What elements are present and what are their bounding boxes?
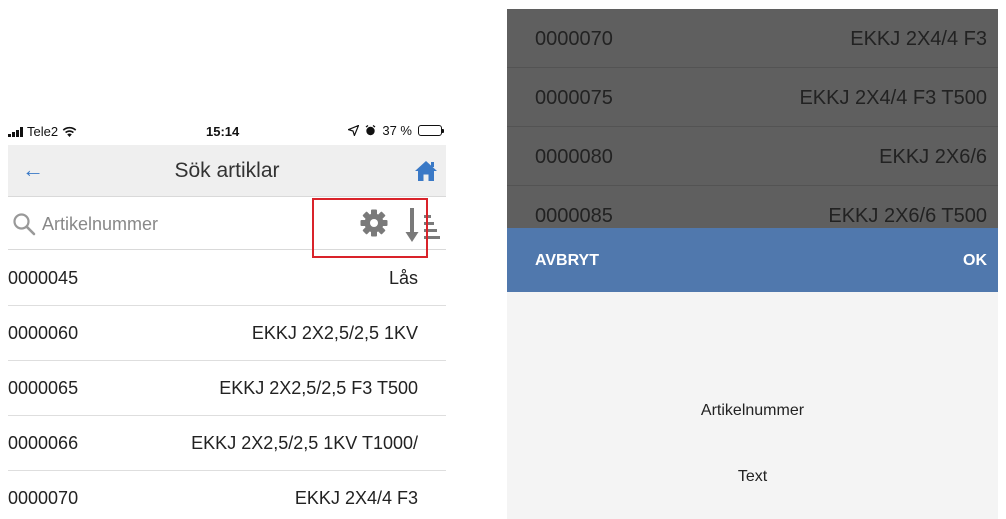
search-input[interactable] xyxy=(42,210,302,238)
home-icon[interactable] xyxy=(414,160,438,182)
carrier-info: Tele2 xyxy=(8,124,77,139)
article-number: 0000060 xyxy=(8,323,79,343)
nav-bar: ← Sök artiklar xyxy=(8,145,446,197)
signal-icon xyxy=(8,126,23,137)
article-text: EKKJ 2X2,5/2,5 1KV T1000/ xyxy=(191,433,418,453)
article-text: EKKJ 2X4/4 F3 T500 xyxy=(799,87,987,109)
list-item[interactable]: 0000070 EKKJ 2X4/4 F3 xyxy=(8,471,446,519)
article-search-screen: Tele2 15:14 37 % ← Sök artiklar Artikeln… xyxy=(8,0,446,519)
picker-toolbar: AVBRYT OK xyxy=(507,228,998,292)
sort-picker-screen: 0000070 EKKJ 2X4/4 F3 0000075 EKKJ 2X4/4… xyxy=(507,9,998,519)
article-number: 0000045 xyxy=(8,268,79,288)
article-text: EKKJ 2X4/4 F3 xyxy=(294,488,418,508)
list-item: 0000080 EKKJ 2X6/6 xyxy=(507,127,998,186)
article-text: EKKJ 2X6/6 xyxy=(879,146,987,168)
article-list: 0000045 Lås 0000060 EKKJ 2X2,5/2,5 1KV 0… xyxy=(8,251,446,519)
list-item: 0000085 EKKJ 2X6/6 T500 xyxy=(507,186,998,228)
wifi-icon xyxy=(62,126,77,137)
battery-percent: 37 % xyxy=(382,123,412,138)
gear-icon[interactable] xyxy=(359,208,389,238)
battery-icon xyxy=(418,125,444,136)
picker-option[interactable]: Text xyxy=(507,468,998,486)
list-item: 0000070 EKKJ 2X4/4 F3 xyxy=(507,9,998,68)
alarm-icon xyxy=(365,125,376,136)
page-title: Sök artiklar xyxy=(174,159,280,182)
list-item[interactable]: 0000066 EKKJ 2X2,5/2,5 1KV T1000/ xyxy=(8,416,446,471)
sort-icon[interactable] xyxy=(404,206,440,244)
cancel-button[interactable]: AVBRYT xyxy=(535,252,599,270)
ok-button[interactable]: OK xyxy=(963,252,987,270)
carrier-name: Tele2 xyxy=(27,124,59,139)
location-arrow-icon xyxy=(348,125,360,136)
search-row xyxy=(8,198,446,250)
article-text: EKKJ 2X4/4 F3 xyxy=(850,28,987,50)
article-text: Lås xyxy=(388,268,418,288)
list-item[interactable]: 0000060 EKKJ 2X2,5/2,5 1KV xyxy=(8,306,446,361)
article-number: 0000080 xyxy=(535,146,613,168)
list-item[interactable]: 0000045 Lås xyxy=(8,251,446,306)
article-number: 0000070 xyxy=(8,488,79,508)
article-number: 0000085 xyxy=(535,205,613,227)
article-number: 0000070 xyxy=(535,28,613,50)
sort-picker-wheel[interactable]: Artikelnummer Text xyxy=(507,292,998,519)
list-item: 0000075 EKKJ 2X4/4 F3 T500 xyxy=(507,68,998,127)
picker-option[interactable]: Artikelnummer xyxy=(507,402,998,420)
article-text: EKKJ 2X6/6 T500 xyxy=(828,205,987,227)
article-number: 0000066 xyxy=(8,433,79,453)
status-right: 37 % xyxy=(348,123,444,138)
dimmed-article-list: 0000070 EKKJ 2X4/4 F3 0000075 EKKJ 2X4/4… xyxy=(507,9,998,228)
list-item[interactable]: 0000065 EKKJ 2X2,5/2,5 F3 T500 xyxy=(8,361,446,416)
clock: 15:14 xyxy=(206,124,240,139)
article-text: EKKJ 2X2,5/2,5 F3 T500 xyxy=(219,378,418,398)
search-icon xyxy=(13,213,36,236)
article-number: 0000075 xyxy=(535,87,613,109)
status-bar: Tele2 15:14 37 % xyxy=(8,117,446,145)
article-text: EKKJ 2X2,5/2,5 1KV xyxy=(251,323,418,343)
article-number: 0000065 xyxy=(8,378,79,398)
